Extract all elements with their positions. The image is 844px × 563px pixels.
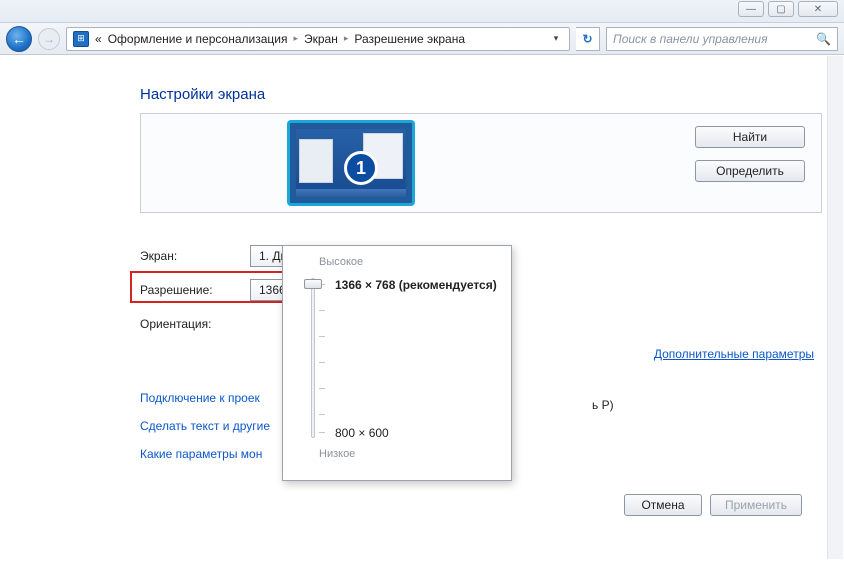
slider-tick: [319, 388, 325, 389]
chevron-right-icon: ▸: [293, 33, 298, 44]
chevron-right-icon: ▸: [344, 33, 349, 44]
slider-track: [311, 278, 315, 438]
maximize-button[interactable]: ▢: [768, 1, 794, 17]
monitor-number-badge: 1: [344, 151, 378, 185]
slider-tick: [319, 310, 325, 311]
resolution-popup: Высокое 1366 × 768 (рекомендуется) 800 ×…: [282, 245, 512, 481]
slider-low-label: Низкое: [319, 448, 501, 460]
search-input[interactable]: Поиск в панели управления 🔍: [606, 27, 838, 51]
window: — ▢ ✕ ← → ⊞ « Оформление и персонализаци…: [0, 0, 844, 563]
address-dropdown-icon[interactable]: ▾: [549, 33, 563, 44]
minimize-button[interactable]: —: [738, 1, 764, 17]
breadcrumb[interactable]: Экран: [304, 32, 338, 46]
detect-button[interactable]: Определить: [695, 160, 805, 182]
nav-forward-button[interactable]: →: [38, 28, 60, 50]
titlebar: — ▢ ✕: [0, 0, 844, 23]
screen-label: Экран:: [140, 249, 250, 263]
cancel-button[interactable]: Отмена: [624, 494, 702, 516]
dialog-buttons: ОК Отмена Применить: [538, 494, 802, 516]
slider-tick: [319, 432, 325, 433]
advanced-settings-link[interactable]: Дополнительные параметры: [654, 347, 814, 361]
search-icon: 🔍: [816, 32, 831, 46]
resolution-slider[interactable]: 1366 × 768 (рекомендуется) 800 × 600: [301, 274, 501, 442]
breadcrumb-prefix: «: [95, 32, 102, 46]
resolution-option-selected[interactable]: 1366 × 768 (рекомендуется): [335, 278, 497, 292]
find-button[interactable]: Найти: [695, 126, 805, 148]
breadcrumb[interactable]: Оформление и персонализация: [108, 32, 288, 46]
orientation-label: Ориентация:: [140, 317, 250, 331]
slider-tick: [319, 414, 325, 415]
breadcrumb[interactable]: Разрешение экрана: [354, 32, 465, 46]
slider-thumb[interactable]: [304, 279, 322, 289]
close-button[interactable]: ✕: [798, 1, 838, 17]
control-panel-icon: ⊞: [73, 31, 89, 47]
window-controls: — ▢ ✕: [738, 1, 838, 17]
monitor-thumbnail[interactable]: 1: [287, 120, 415, 206]
page-title: Настройки экрана: [140, 86, 826, 103]
slider-tick: [319, 336, 325, 337]
scrollbar[interactable]: [827, 56, 843, 559]
slider-tick: [319, 362, 325, 363]
truncated-text: ь P): [592, 398, 614, 412]
monitor-taskbar: [296, 189, 406, 197]
resolution-option[interactable]: 800 × 600: [335, 426, 389, 440]
monitor-preview-box: 1 Найти Определить: [140, 113, 822, 213]
monitor-side-buttons: Найти Определить: [695, 126, 805, 182]
slider-high-label: Высокое: [319, 256, 501, 268]
refresh-button[interactable]: ↻: [576, 27, 600, 51]
resolution-label: Разрешение:: [140, 283, 250, 297]
apply-button: Применить: [710, 494, 802, 516]
navbar: ← → ⊞ « Оформление и персонализация ▸ Эк…: [0, 23, 844, 55]
nav-back-button[interactable]: ←: [6, 26, 32, 52]
monitor-window-icon: [299, 139, 333, 183]
address-bar[interactable]: ⊞ « Оформление и персонализация ▸ Экран …: [66, 27, 570, 51]
search-placeholder: Поиск в панели управления: [613, 32, 768, 46]
